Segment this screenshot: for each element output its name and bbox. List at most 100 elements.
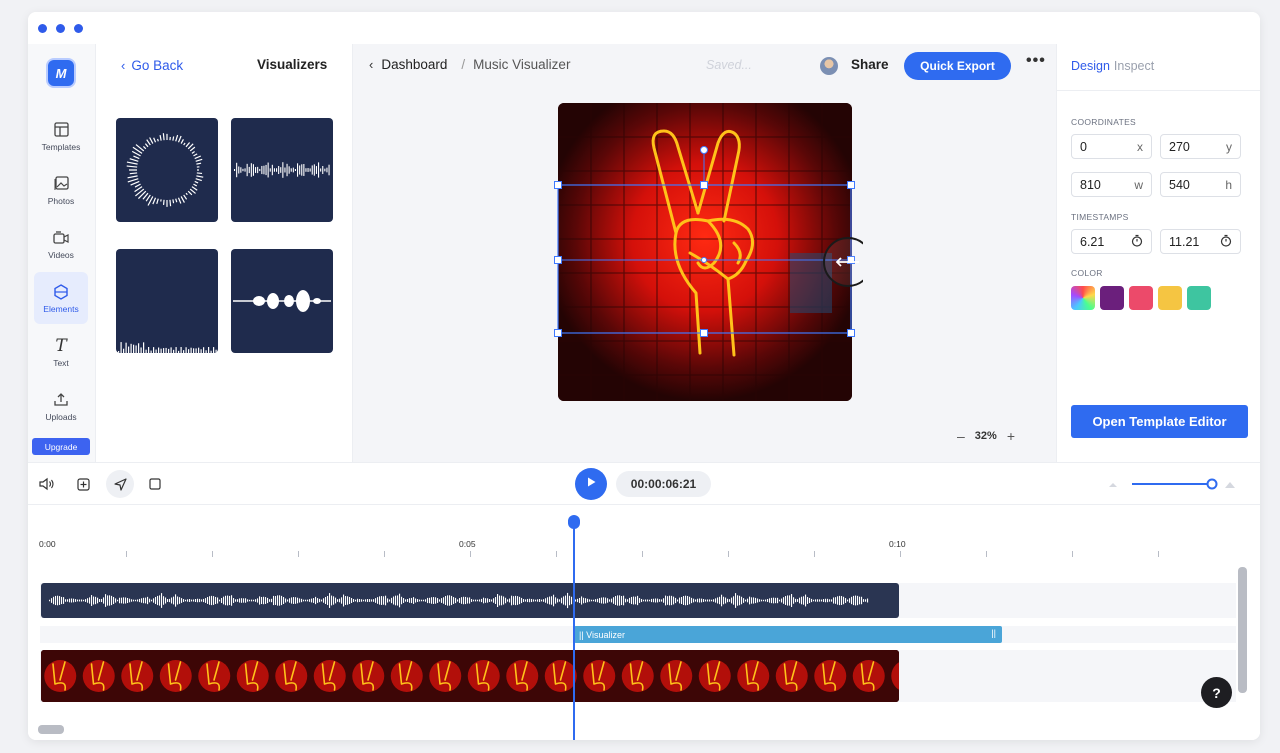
ruler-tick: [126, 551, 127, 557]
window-dot-minimize[interactable]: [56, 24, 65, 33]
audio-clip[interactable]: [41, 583, 899, 618]
stopwatch-icon: [1131, 234, 1143, 250]
end-time-field[interactable]: 11.21: [1160, 229, 1241, 254]
play-button[interactable]: [575, 468, 607, 500]
breadcrumb-separator: /: [461, 57, 466, 72]
title-bar: [28, 12, 1260, 44]
rail-item-elements[interactable]: Elements: [34, 272, 88, 324]
crop-tool-icon[interactable]: [144, 473, 166, 495]
x-value: 0: [1080, 139, 1087, 154]
volume-icon[interactable]: [36, 473, 58, 495]
go-back-button[interactable]: ‹ Go Back: [121, 58, 183, 73]
open-template-editor-button[interactable]: Open Template Editor: [1071, 405, 1248, 438]
horizontal-scrollbar[interactable]: [38, 725, 64, 734]
ruler-label: 0:10: [889, 539, 906, 549]
rail-item-label: Uploads: [45, 411, 77, 422]
color-swatch-purple[interactable]: [1100, 286, 1124, 310]
breadcrumb: ‹ Dashboard / Music Visualizer: [369, 57, 570, 72]
x-field[interactable]: 0 x: [1071, 134, 1152, 159]
ruler-tick: [470, 551, 471, 557]
ruler-tick: [212, 551, 213, 557]
h-suffix: h: [1225, 177, 1232, 192]
divider: [1057, 90, 1260, 91]
add-track-icon[interactable]: [72, 473, 94, 495]
tab-design[interactable]: Design: [1071, 59, 1110, 73]
pointer-tool-icon[interactable]: [106, 470, 134, 498]
ruler-label: 0:05: [459, 539, 476, 549]
visualizer-clip[interactable]: || Visualizer ||: [574, 626, 1002, 643]
vertical-scrollbar[interactable]: [1238, 567, 1247, 693]
visualizer-thumb-blob-wave[interactable]: [231, 249, 333, 353]
color-swatch-teal[interactable]: [1187, 286, 1211, 310]
y-value: 270: [1169, 139, 1190, 154]
elements-icon: [52, 283, 70, 301]
share-button[interactable]: Share: [851, 57, 889, 72]
breadcrumb-dashboard[interactable]: Dashboard: [381, 57, 447, 72]
inspector-tabs: Design Inspect: [1071, 59, 1154, 73]
rail-item-label: Templates: [41, 141, 81, 152]
templates-icon: [52, 121, 70, 139]
rail-item-uploads[interactable]: Uploads: [34, 380, 88, 432]
time-ruler[interactable]: 0:00 0:05 0:10: [28, 535, 1238, 565]
quick-export-button[interactable]: Quick Export: [904, 52, 1011, 80]
left-rail: M Templates Photos Videos Elements T Tex…: [28, 44, 96, 462]
top-bar: ‹ Dashboard / Music Visualizer Saved... …: [353, 44, 1056, 86]
selection-box[interactable]: [553, 140, 863, 380]
zoom-level: 32%: [974, 430, 997, 442]
visualizer-thumb-line-bars[interactable]: [231, 118, 333, 222]
chevron-left-icon: ‹: [369, 57, 374, 72]
timeline-zoom-slider[interactable]: [1108, 477, 1238, 491]
color-swatch-pink[interactable]: [1129, 286, 1153, 310]
visualizers-panel: ‹ Go Back Visualizers: [96, 44, 353, 462]
inspector-panel: Design Inspect COORDINATES 0 x 270 y 810…: [1056, 44, 1260, 462]
y-field[interactable]: 270 y: [1160, 134, 1241, 159]
app-logo-icon[interactable]: M: [46, 58, 76, 88]
window-dot-maximize[interactable]: [74, 24, 83, 33]
timecode-display: 00:00:06:21: [616, 471, 711, 497]
text-icon: T: [55, 335, 67, 356]
h-value: 540: [1169, 177, 1190, 192]
clip-end-handle[interactable]: ||: [991, 628, 996, 638]
end-time-value: 11.21: [1169, 234, 1200, 249]
app-window: M Templates Photos Videos Elements T Tex…: [28, 12, 1260, 740]
window-dot-close[interactable]: [38, 24, 47, 33]
x-suffix: x: [1137, 139, 1143, 154]
visualizer-thumb-bottom-bars[interactable]: [116, 249, 218, 353]
rail-item-videos[interactable]: Videos: [34, 218, 88, 270]
avatar[interactable]: [820, 57, 838, 75]
width-field[interactable]: 810 w: [1071, 172, 1152, 197]
ruler-tick: [986, 551, 987, 557]
canvas-area: ‹ Dashboard / Music Visualizer Saved... …: [353, 44, 1056, 462]
ruler-tick: [642, 551, 643, 557]
playhead[interactable]: [573, 517, 575, 740]
start-time-value: 6.21: [1080, 234, 1105, 249]
rail-item-text[interactable]: T Text: [34, 326, 88, 378]
visualizer-clip-label: || Visualizer: [579, 629, 626, 640]
breadcrumb-current: Music Visualizer: [473, 57, 571, 72]
ruler-tick: [1158, 551, 1159, 557]
zoom-out-button[interactable]: –: [957, 428, 965, 444]
start-time-field[interactable]: 6.21: [1071, 229, 1152, 254]
ruler-tick: [900, 551, 901, 557]
timeline: 00:00:06:21 0:00 0:05 0:10 || Visualizer…: [28, 462, 1260, 740]
zoom-in-button[interactable]: +: [1007, 428, 1015, 444]
height-field[interactable]: 540 h: [1160, 172, 1241, 197]
tab-inspect[interactable]: Inspect: [1114, 59, 1154, 73]
color-swatch-yellow[interactable]: [1158, 286, 1182, 310]
ruler-tick: [556, 551, 557, 557]
y-suffix: y: [1226, 139, 1232, 154]
help-button[interactable]: ?: [1201, 677, 1232, 708]
w-value: 810: [1080, 177, 1101, 192]
color-picker-swatch[interactable]: [1071, 286, 1095, 310]
rail-item-photos[interactable]: Photos: [34, 164, 88, 216]
playhead-handle[interactable]: [568, 515, 580, 529]
stopwatch-icon: [1220, 234, 1232, 250]
chevron-left-icon: ‹: [121, 58, 126, 73]
ruler-tick: [1072, 551, 1073, 557]
upgrade-button[interactable]: Upgrade: [32, 438, 90, 455]
color-label: COLOR: [1071, 268, 1103, 278]
video-clip[interactable]: [41, 650, 899, 702]
more-options-icon[interactable]: •••: [1026, 52, 1046, 70]
visualizer-thumb-circular-wave[interactable]: [116, 118, 218, 222]
rail-item-templates[interactable]: Templates: [34, 110, 88, 162]
